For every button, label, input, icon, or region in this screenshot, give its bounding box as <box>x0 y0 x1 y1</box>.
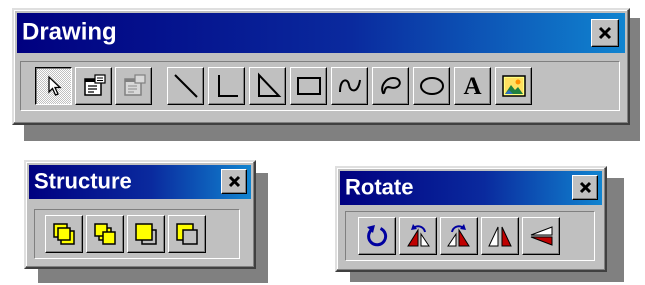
bring-to-front-icon <box>53 223 75 245</box>
send-to-back-button[interactable] <box>86 215 124 253</box>
bring-to-front-button[interactable] <box>45 215 83 253</box>
bring-forward-icon <box>135 223 157 245</box>
select-tool-button[interactable] <box>35 67 72 105</box>
line-icon <box>173 74 198 98</box>
properties-disabled-tool-button[interactable] <box>115 67 152 105</box>
line-tool-button[interactable] <box>167 67 204 105</box>
text-icon: A <box>463 73 482 100</box>
rotate-title: Rotate <box>345 174 414 200</box>
drawing-titlebar[interactable]: Drawing <box>17 13 625 53</box>
structure-toolbar <box>34 209 240 259</box>
curve-tool-button[interactable] <box>331 67 368 105</box>
free-rotate-icon <box>367 225 388 247</box>
drawing-palette: Drawing A <box>12 8 630 125</box>
drawing-close-button[interactable] <box>591 19 619 47</box>
structure-close-button[interactable] <box>221 169 247 194</box>
rotate-close-button[interactable] <box>572 175 598 200</box>
rotate-titlebar[interactable]: Rotate <box>340 171 602 205</box>
close-icon <box>228 175 240 188</box>
image-icon <box>501 75 526 97</box>
text-tool-button[interactable]: A <box>454 67 491 105</box>
drawing-title: Drawing <box>22 18 117 46</box>
flip-horizontal-icon <box>488 226 512 247</box>
rotate-palette: Rotate <box>335 166 607 272</box>
send-to-back-icon <box>94 223 116 245</box>
drawing-toolbar: A <box>20 61 620 111</box>
properties-icon <box>83 74 106 96</box>
properties-disabled-icon <box>123 74 146 96</box>
rotate-right-icon <box>447 224 470 247</box>
rotate-left-button[interactable] <box>399 217 437 255</box>
ellipse-tool-button[interactable] <box>413 67 450 105</box>
flip-vertical-icon <box>530 226 553 246</box>
arrow-pointer-icon <box>47 75 62 96</box>
flip-horizontal-button[interactable] <box>481 217 519 255</box>
send-backward-icon <box>176 223 198 245</box>
freeform-icon <box>380 76 401 95</box>
bring-forward-button[interactable] <box>127 215 165 253</box>
rotate-toolbar <box>345 211 595 261</box>
triangle-icon <box>257 72 281 97</box>
properties-tool-button[interactable] <box>75 67 112 105</box>
triangle-tool-button[interactable] <box>249 67 286 105</box>
curve-icon <box>338 79 361 93</box>
close-icon <box>598 26 612 40</box>
elbow-line-tool-button[interactable] <box>208 67 245 105</box>
structure-title: Structure <box>34 168 132 194</box>
elbow-line-icon <box>217 75 238 97</box>
send-backward-button[interactable] <box>168 215 206 253</box>
rotate-right-button[interactable] <box>440 217 478 255</box>
flip-vertical-button[interactable] <box>522 217 560 255</box>
structure-palette: Structure <box>24 160 256 269</box>
close-icon <box>579 181 591 194</box>
freeform-tool-button[interactable] <box>372 67 409 105</box>
rotate-left-icon <box>407 224 430 247</box>
rectangle-tool-button[interactable] <box>290 67 327 105</box>
rectangle-icon <box>296 77 321 95</box>
ellipse-icon <box>419 77 444 95</box>
free-rotate-button[interactable] <box>358 217 396 255</box>
structure-titlebar[interactable]: Structure <box>29 165 251 199</box>
image-tool-button[interactable] <box>495 67 532 105</box>
